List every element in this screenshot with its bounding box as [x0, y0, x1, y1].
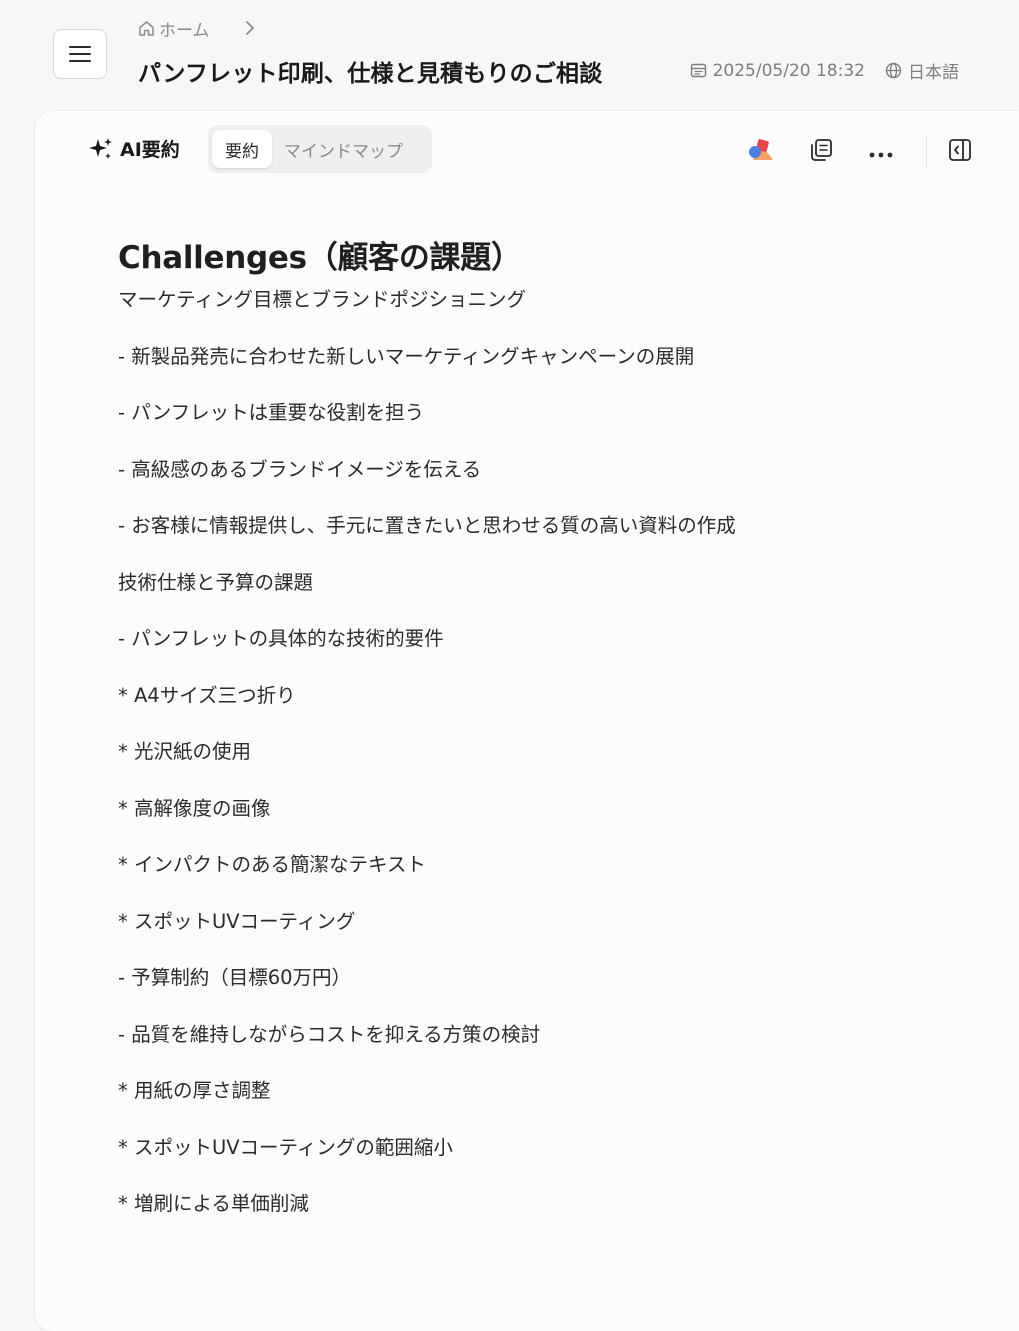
section-heading: Challenges（顧客の課題） [118, 240, 522, 276]
summary-line: - 予算制約（目標60万円） [118, 966, 352, 989]
view-tabs: 要約 マインドマップ [208, 125, 432, 173]
summary-line: * 高解像度の画像 [118, 796, 271, 820]
summary-line: - 品質を維持しながらコストを抑える方策の検討 [118, 1022, 541, 1046]
summary-line: * スポットUVコーティング [118, 909, 356, 933]
side-panel-icon [948, 138, 972, 166]
breadcrumb: ホーム [138, 16, 256, 41]
summary-line: - パンフレットは重要な役割を担う [118, 401, 425, 424]
globe-icon [885, 62, 908, 79]
summary-line: - 高級感のあるブランドイメージを伝える [118, 457, 482, 481]
hamburger-menu-icon [69, 45, 91, 63]
ai-summary-label: AI要約 [88, 135, 180, 162]
summary-line: * 用紙の厚さ調整 [118, 1079, 271, 1102]
summary-content: Challenges（顧客の課題） マーケティング目標とブランドポジショニング … [118, 236, 978, 1248]
ai-summary-text: AI要約 [120, 139, 180, 161]
meta-info: 2025/05/20 18:32 日本語 [690, 58, 959, 83]
summary-line: 技術仕様と予算の課題 [118, 570, 314, 594]
copy-icon [809, 138, 833, 166]
more-button[interactable] [866, 137, 896, 167]
page-title: パンフレット印刷、仕様と見積もりのご相談 [138, 61, 603, 87]
summary-line: * スポットUVコーティングの範囲縮小 [118, 1135, 453, 1159]
datetime-meta: 2025/05/20 18:32 [690, 61, 865, 81]
summary-toolbar: AI要約 要約 マインドマップ [35, 111, 1019, 187]
shapes-icon [748, 138, 774, 166]
summary-line: * 光沢紙の使用 [118, 740, 251, 763]
datetime-text: 2025/05/20 18:32 [712, 60, 865, 81]
breadcrumb-home-link[interactable]: ホーム [159, 16, 210, 41]
copy-button[interactable] [806, 137, 836, 167]
summary-card: AI要約 要約 マインドマップ Challenges（顧客の課題） マーケティン… [35, 111, 1019, 1331]
summary-line: - お客様に情報提供し、手元に置きたいと思わせる質の高い資料の作成 [118, 514, 736, 537]
language-meta[interactable]: 日本語 [885, 58, 959, 83]
side-panel-button[interactable] [945, 137, 975, 167]
toolbar-actions [746, 135, 975, 169]
menu-button[interactable] [53, 29, 107, 79]
summary-line: - パンフレットの具体的な技術的要件 [118, 627, 444, 650]
calendar-icon [690, 62, 713, 79]
summary-lines: マーケティング目標とブランドポジショニング - 新製品発売に合わせた新しいマーケ… [118, 287, 978, 1217]
chevron-right-icon [244, 20, 256, 36]
more-icon [869, 143, 893, 162]
summary-line: * A4サイズ三つ折り [118, 683, 296, 707]
toolbar-divider [926, 135, 927, 169]
summary-line: - 新製品発売に合わせた新しいマーケティングキャンペーンの展開 [118, 344, 695, 368]
summary-line: * インパクトのある簡潔なテキスト [118, 853, 426, 876]
summary-line: * 増刷による単価削減 [118, 1192, 309, 1215]
language-text: 日本語 [908, 63, 959, 83]
sparkle-icon [88, 136, 120, 162]
summary-line: マーケティング目標とブランドポジショニング [118, 288, 526, 311]
tab-mindmap[interactable]: マインドマップ [272, 130, 415, 168]
shapes-button[interactable] [746, 137, 776, 167]
tab-summary[interactable]: 要約 [212, 130, 272, 168]
home-icon[interactable] [138, 20, 155, 37]
